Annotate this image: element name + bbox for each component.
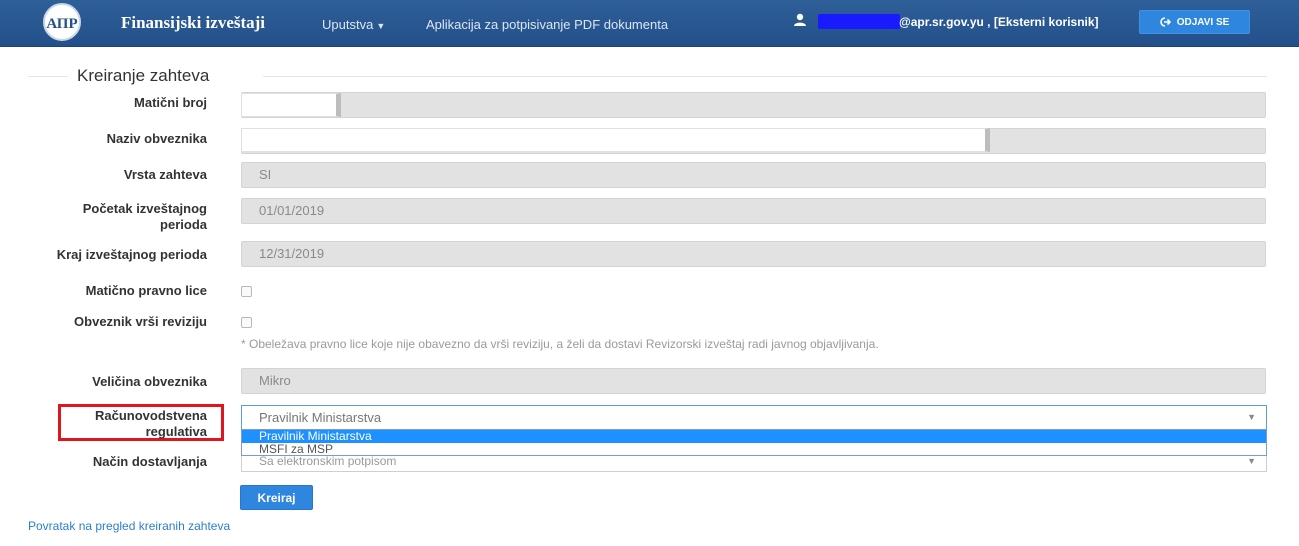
- maticni-broj-input: [241, 92, 1266, 118]
- option-msfi-za-msp[interactable]: MSFI za MSP: [242, 443, 1266, 456]
- label-revizija: Obveznik vrši reviziju: [74, 314, 207, 329]
- label-pocetak-perioda: Početak izveštajnog perioda: [83, 201, 207, 233]
- regulativa-select[interactable]: Pravilnik Ministarstva ▼: [241, 405, 1267, 430]
- menu-pdf-signing-app[interactable]: Aplikacija za potpisivanje PDF dokumenta: [426, 17, 668, 32]
- pocetak-perioda-field: 01/01/2019: [241, 198, 1266, 224]
- label-regulativa-line1: Računovodstvena: [95, 408, 207, 423]
- label-nacin-dostavljanja: Način dostavljanja: [92, 454, 207, 469]
- label-velicina-obveznika: Veličina obveznika: [92, 374, 207, 389]
- label-naziv-obveznika: Naziv obveznika: [106, 131, 207, 146]
- user-account-text: @apr.sr.gov.yu , [Eksterni korisnik]: [899, 15, 1099, 29]
- svg-text:АПР: АПР: [46, 16, 77, 32]
- maticni-broj-redacted: [241, 93, 341, 117]
- label-vrsta-zahteva: Vrsta zahteva: [123, 167, 207, 182]
- vrsta-zahteva-field: SI: [241, 162, 1266, 188]
- caret-down-icon: ▼: [376, 21, 386, 31]
- legend-divider-right: [263, 76, 1267, 77]
- user-icon: [794, 13, 806, 26]
- legend-divider-left: [28, 76, 68, 77]
- regulativa-selected-value: Pravilnik Ministarstva: [259, 410, 382, 425]
- revizija-checkbox[interactable]: [241, 317, 252, 328]
- revizija-hint-text: * Obeležava pravno lice koje nije obavez…: [241, 337, 879, 351]
- option-pravilnik-ministarstva[interactable]: Pravilnik Ministarstva: [242, 430, 1266, 443]
- nacin-dostavljanja-value: Sa elektronskim potpisom: [259, 454, 397, 468]
- apr-logo[interactable]: АПР: [43, 3, 81, 41]
- redacted-username: [818, 14, 900, 29]
- velicina-obveznika-field: Mikro: [241, 368, 1266, 394]
- label-racunovodstvena-regulativa: Računovodstvena regulativa: [95, 408, 207, 440]
- logout-button[interactable]: ODJAVI SE: [1139, 10, 1250, 34]
- regulativa-dropdown-list: Pravilnik Ministarstva MSFI za MSP: [241, 429, 1267, 456]
- top-navbar: АПР Finansijski izveštaji Uputstva ▼ Apli…: [0, 0, 1299, 47]
- label-maticno-pravno-lice: Matično pravno lice: [85, 283, 207, 298]
- label-pocetak-line2: perioda: [160, 217, 207, 232]
- label-regulativa-line2: regulativa: [145, 424, 207, 439]
- label-pocetak-line1: Početak izveštajnog: [82, 201, 207, 216]
- kraj-perioda-field: 12/31/2019: [241, 241, 1266, 267]
- menu-uputstva-label: Uputstva: [322, 17, 374, 32]
- sign-out-icon: [1159, 17, 1171, 27]
- brand-title[interactable]: Finansijski izveštaji: [121, 13, 265, 33]
- back-to-requests-link[interactable]: Povratak na pregled kreiranih zahteva: [28, 519, 230, 533]
- apr-logo-icon: АПР: [46, 16, 77, 32]
- menu-uputstva[interactable]: Uputstva ▼: [322, 17, 385, 32]
- kreiraj-button[interactable]: Kreiraj: [240, 485, 313, 510]
- logout-label: ODJAVI SE: [1176, 16, 1230, 28]
- caret-down-icon: ▼: [1247, 412, 1256, 422]
- label-maticni-broj: Matični broj: [134, 95, 207, 110]
- label-kraj-perioda: Kraj izveštajnog perioda: [56, 247, 207, 262]
- maticno-pravno-lice-checkbox[interactable]: [241, 286, 252, 297]
- form-title: Kreiranje zahteva: [77, 66, 210, 85]
- naziv-obveznika-redacted: [241, 128, 990, 152]
